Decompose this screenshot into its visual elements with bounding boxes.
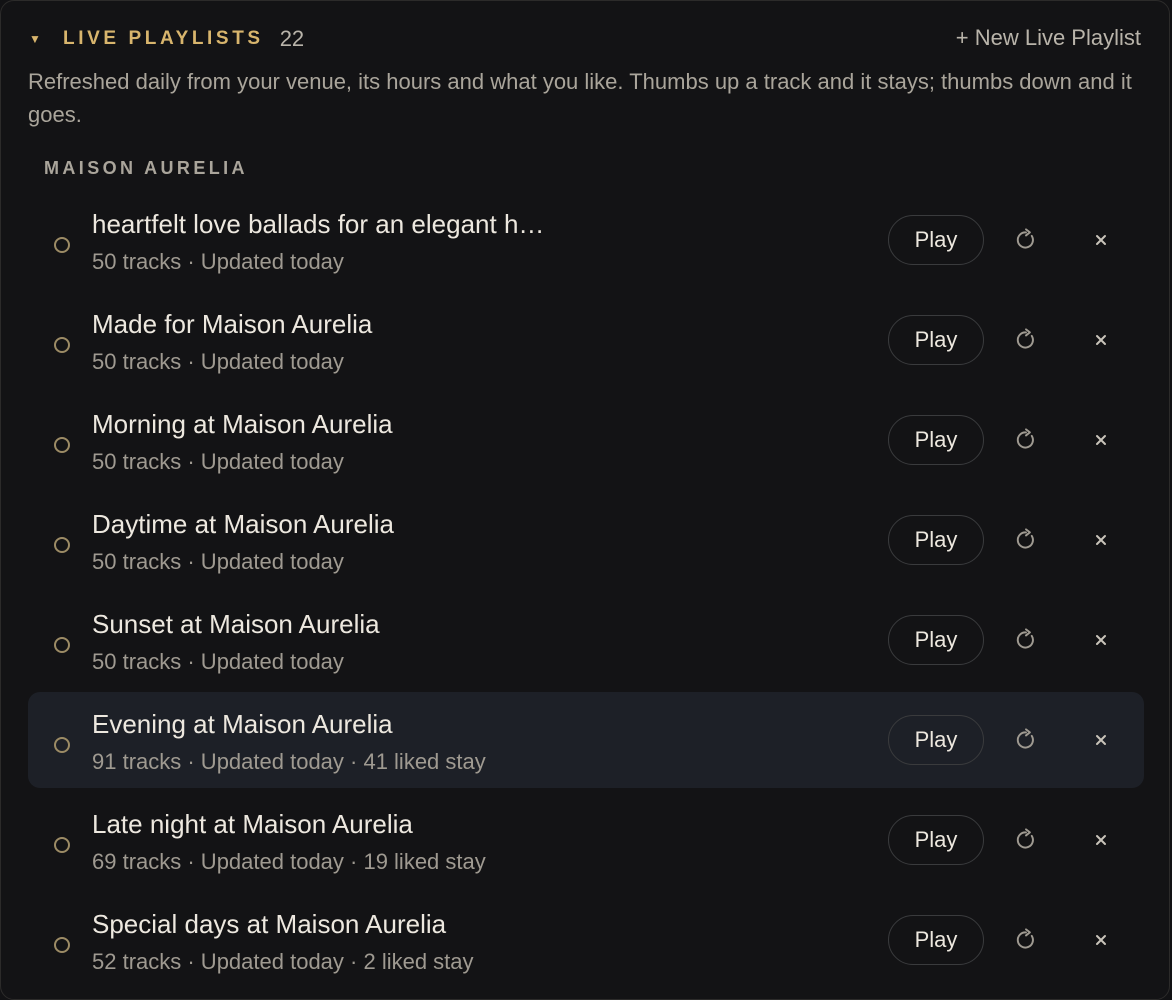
playlist-title[interactable]: Evening at Maison Aurelia [92, 709, 612, 740]
playlist-row[interactable]: Special days at Maison Aurelia 52 tracks… [28, 892, 1144, 988]
close-icon[interactable] [1089, 528, 1113, 552]
circle-outline-icon[interactable] [54, 337, 70, 353]
refresh-icon[interactable] [1013, 627, 1039, 653]
close-icon[interactable] [1089, 828, 1113, 852]
refresh-icon[interactable] [1013, 827, 1039, 853]
play-button[interactable]: Play [888, 715, 984, 765]
refresh-icon[interactable] [1013, 727, 1039, 753]
circle-outline-icon[interactable] [54, 837, 70, 853]
play-button[interactable]: Play [888, 815, 984, 865]
playlist-title[interactable]: Late night at Maison Aurelia [92, 809, 612, 840]
playlist-count: 22 [279, 26, 305, 51]
caret-down-icon[interactable]: ▼ [29, 33, 51, 45]
close-icon[interactable] [1089, 328, 1113, 352]
playlist-meta: 50 tracks · Updated today [92, 349, 344, 374]
playlist-title[interactable]: Morning at Maison Aurelia [92, 409, 612, 440]
play-button[interactable]: Play [888, 615, 984, 665]
playlist-title[interactable]: Special days at Maison Aurelia [92, 909, 612, 940]
close-icon[interactable] [1089, 728, 1113, 752]
playlist-meta: 91 tracks · Updated today · 41 liked sta… [92, 749, 486, 774]
playlist-meta: 50 tracks · Updated today [92, 249, 344, 274]
refresh-icon[interactable] [1013, 427, 1039, 453]
refresh-icon[interactable] [1013, 327, 1039, 353]
playlist-list: heartfelt love ballads for an elegant h…… [28, 192, 1144, 992]
refresh-icon[interactable] [1013, 227, 1039, 253]
play-button[interactable]: Play [888, 515, 984, 565]
playlist-meta: 69 tracks · Updated today · 19 liked sta… [92, 849, 486, 874]
circle-outline-icon[interactable] [54, 637, 70, 653]
playlist-meta: 50 tracks · Updated today [92, 649, 344, 674]
new-live-playlist-button[interactable]: + New Live Playlist [956, 25, 1141, 51]
circle-outline-icon[interactable] [54, 437, 70, 453]
circle-outline-icon[interactable] [54, 737, 70, 753]
playlist-row[interactable]: Made for Maison Aurelia 50 tracks · Upda… [28, 292, 1144, 388]
refresh-icon[interactable] [1013, 927, 1039, 953]
close-icon[interactable] [1089, 228, 1113, 252]
section-header: ▼ LIVE PLAYLISTS 22 + New Live Playlist [29, 23, 1141, 55]
play-button[interactable]: Play [888, 315, 984, 365]
close-icon[interactable] [1089, 428, 1113, 452]
section-description: Refreshed daily from your venue, its hou… [28, 69, 1132, 127]
playlist-row[interactable]: Morning at Maison Aurelia 50 tracks · Up… [28, 392, 1144, 488]
playlist-row[interactable]: Daytime at Maison Aurelia 50 tracks · Up… [28, 492, 1144, 588]
live-playlists-panel: ▼ LIVE PLAYLISTS 22 + New Live Playlist … [0, 0, 1170, 1000]
close-icon[interactable] [1089, 928, 1113, 952]
section-title: LIVE PLAYLISTS [63, 28, 264, 49]
playlist-title[interactable]: Sunset at Maison Aurelia [92, 609, 612, 640]
playlist-row[interactable]: Sunset at Maison Aurelia 50 tracks · Upd… [28, 592, 1144, 688]
playlist-title[interactable]: Daytime at Maison Aurelia [92, 509, 612, 540]
playlist-title[interactable]: heartfelt love ballads for an elegant h… [92, 209, 612, 240]
playlist-row[interactable]: Evening at Maison Aurelia 91 tracks · Up… [28, 692, 1144, 788]
play-button[interactable]: Play [888, 915, 984, 965]
playlist-meta: 52 tracks · Updated today · 2 liked stay [92, 949, 474, 974]
circle-outline-icon[interactable] [54, 237, 70, 253]
playlist-meta: 50 tracks · Updated today [92, 449, 344, 474]
circle-outline-icon[interactable] [54, 537, 70, 553]
venue-heading: MAISON AURELIA [44, 158, 248, 178]
playlist-row[interactable]: Late night at Maison Aurelia 69 tracks ·… [28, 792, 1144, 888]
playlist-row[interactable]: heartfelt love ballads for an elegant h…… [28, 192, 1144, 288]
close-icon[interactable] [1089, 628, 1113, 652]
play-button[interactable]: Play [888, 415, 984, 465]
refresh-icon[interactable] [1013, 527, 1039, 553]
playlist-title[interactable]: Made for Maison Aurelia [92, 309, 612, 340]
playlist-meta: 50 tracks · Updated today [92, 549, 344, 574]
play-button[interactable]: Play [888, 215, 984, 265]
circle-outline-icon[interactable] [54, 937, 70, 953]
